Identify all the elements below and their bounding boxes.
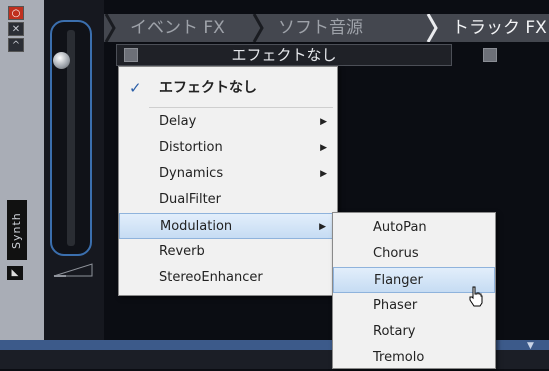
collapse-button[interactable]: ^	[8, 38, 24, 52]
menu-item-label: Dynamics	[159, 166, 224, 181]
menu-item-dualfilter[interactable]: DualFilter	[119, 187, 337, 213]
menu-item-label: Delay	[159, 114, 197, 129]
menu-item-label: Reverb	[159, 244, 205, 259]
close-button[interactable]: ✕	[8, 22, 24, 36]
menu-item-label: エフェクトなし	[159, 80, 257, 96]
effect-slot-label: エフェクトなし	[231, 46, 337, 64]
menu-item-label: Flanger	[374, 273, 423, 288]
menu-item-label: Modulation	[160, 219, 233, 234]
menu-item-stereoenhancer[interactable]: StereoEnhancer	[119, 265, 337, 291]
menu-item-label: Distortion	[159, 140, 223, 155]
tab-soft-synth[interactable]: ソフト音源	[256, 14, 363, 42]
menu-item-label: Rotary	[373, 324, 416, 339]
effect-slot[interactable]: エフェクトなし	[116, 44, 452, 66]
submenu-arrow-icon: ▶	[320, 117, 327, 127]
channel-strip: ○ ✕ ^ Synth ◣	[0, 0, 45, 345]
effect-menu: ✓ エフェクトなし Delay ▶ Distortion ▶ Dynamics …	[118, 66, 338, 296]
pan-knob[interactable]	[53, 52, 70, 69]
menu-item-label: Chorus	[373, 246, 419, 261]
menu-item-label: StereoEnhancer	[159, 270, 263, 285]
check-icon: ✓	[129, 79, 142, 97]
submenu-arrow-icon: ▶	[320, 143, 327, 153]
fx-tab-bar: イベント FX ソフト音源 トラック FX	[104, 14, 549, 42]
menu-item-label: AutoPan	[373, 220, 427, 235]
strip-corner-icon[interactable]: ◣	[7, 266, 23, 280]
hand-pointer-icon	[469, 286, 483, 307]
effect-enable-checkbox[interactable]	[483, 48, 497, 62]
menu-item-label: Phaser	[373, 298, 418, 313]
tab-track-fx[interactable]: トラック FX	[430, 14, 547, 42]
submenu-item-rotary[interactable]: Rotary	[333, 319, 495, 345]
menu-item-no-effect[interactable]: ✓ エフェクトなし	[119, 75, 337, 101]
submenu-item-tremolo[interactable]: Tremolo	[333, 345, 495, 371]
track-name-label: Synth	[10, 212, 23, 250]
record-button[interactable]: ○	[8, 6, 24, 20]
submenu-arrow-icon: ▶	[320, 169, 327, 179]
tab-event-fx[interactable]: イベント FX	[108, 14, 225, 42]
menu-item-reverb[interactable]: Reverb	[119, 239, 337, 265]
menu-item-delay[interactable]: Delay ▶	[119, 109, 337, 135]
menu-item-dynamics[interactable]: Dynamics ▶	[119, 161, 337, 187]
menu-item-distortion[interactable]: Distortion ▶	[119, 135, 337, 161]
menu-item-label: DualFilter	[159, 192, 222, 207]
volume-ramp-icon	[53, 263, 93, 277]
effect-enable-checkbox[interactable]	[124, 48, 138, 62]
submenu-item-chorus[interactable]: Chorus	[333, 241, 495, 267]
submenu-item-autopan[interactable]: AutoPan	[333, 215, 495, 241]
menu-item-modulation[interactable]: Modulation ▶	[119, 213, 337, 239]
menu-separator	[149, 107, 333, 108]
expand-arrow-icon[interactable]: ▼	[527, 341, 534, 351]
submenu-arrow-icon: ▶	[319, 222, 326, 232]
menu-item-label: Tremolo	[373, 350, 425, 365]
